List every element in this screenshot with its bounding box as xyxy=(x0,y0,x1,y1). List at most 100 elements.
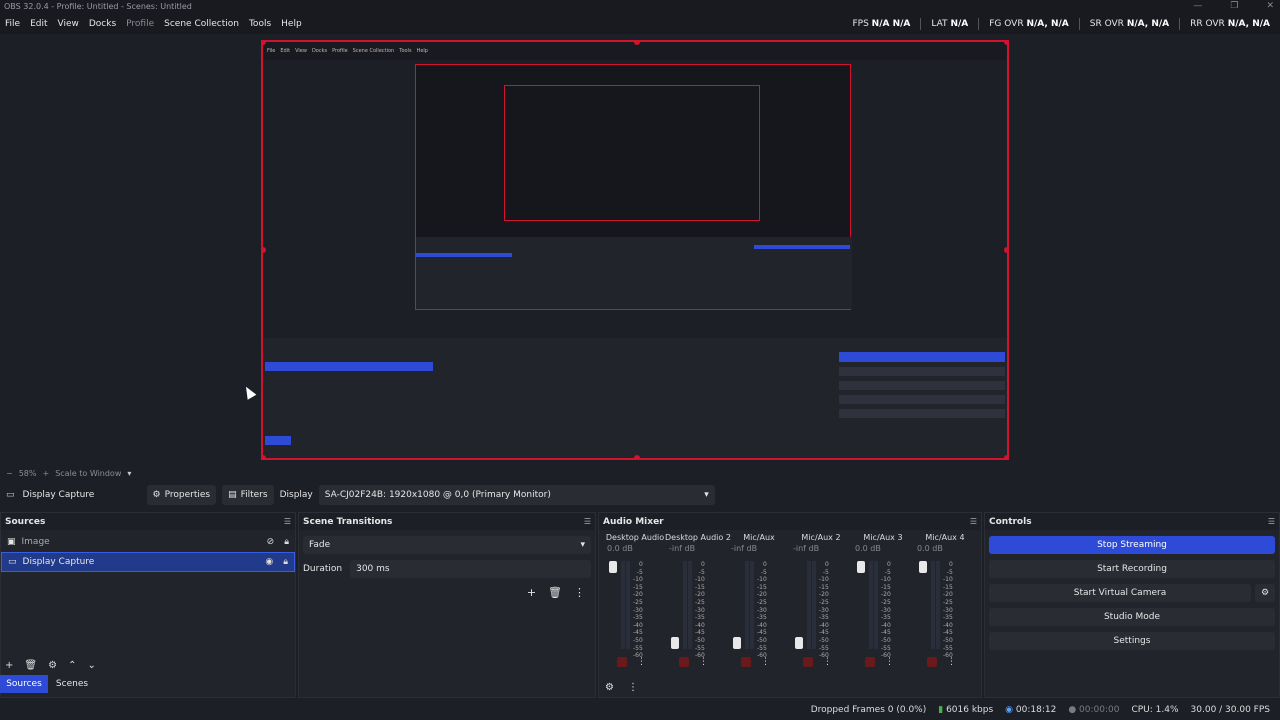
more-icon[interactable]: ⋮ xyxy=(761,657,770,667)
mute-icon[interactable] xyxy=(803,657,813,667)
resize-handle[interactable] xyxy=(263,455,266,458)
channel-db: 0.0 dB xyxy=(917,544,943,553)
resize-handle[interactable] xyxy=(1004,455,1007,458)
menu-file[interactable]: File xyxy=(0,19,25,29)
current-source-name: Display Capture xyxy=(22,490,95,500)
stat-lat: LAT N/A xyxy=(931,19,969,29)
mixer-channel: Desktop Audio 0.0 dB 0 -5 -10 -15 -20 -25 -30 -35… xyxy=(603,533,667,683)
preview-canvas[interactable]: File Edit View Docks Profile Scene Collection… xyxy=(261,40,1009,460)
filters-button[interactable]: ▤ Filters xyxy=(222,485,274,505)
maximize-icon[interactable]: ❐ xyxy=(1230,0,1238,14)
source-item-image[interactable]: ▣ Image ⊘ 🔒︎ xyxy=(1,532,295,552)
channel-name: Mic/Aux 2 xyxy=(801,533,841,542)
fader-knob[interactable] xyxy=(857,561,865,573)
stream-time: ◉ 00:18:12 xyxy=(1005,705,1057,715)
stop-streaming-button[interactable]: Stop Streaming xyxy=(989,536,1275,554)
lock-icon[interactable]: 🔒︎ xyxy=(284,537,289,547)
channel-controls: ⋮ xyxy=(617,657,646,667)
settings-button[interactable]: Settings xyxy=(989,632,1275,650)
menu-tools[interactable]: Tools xyxy=(244,19,276,29)
menu-docks[interactable]: Docks xyxy=(84,19,121,29)
menu-help[interactable]: Help xyxy=(276,19,307,29)
resize-handle[interactable] xyxy=(1004,247,1007,253)
more-icon[interactable]: ⋮ xyxy=(885,657,894,667)
fps-status: 30.00 / 30.00 FPS xyxy=(1190,705,1270,715)
sources-toolbar: + 🗑︎ ⚙ ⌃ ⌄ xyxy=(5,660,96,671)
display-capture-icon: ▭ xyxy=(8,557,17,567)
more-icon[interactable]: ⋮ xyxy=(637,657,646,667)
mute-icon[interactable] xyxy=(679,657,689,667)
fader-knob[interactable] xyxy=(733,637,741,649)
trash-icon[interactable]: 🗑︎ xyxy=(24,660,37,671)
lock-icon[interactable]: 🔒︎ xyxy=(283,557,288,567)
channel-controls: ⋮ xyxy=(741,657,770,667)
source-toolbar: ▭ Display Capture ⚙ Properties ▤ Filters D… xyxy=(0,482,1280,508)
stat-fg-ovr: FG OVR N/A, N/A xyxy=(989,19,1069,29)
properties-button[interactable]: ⚙ Properties xyxy=(146,485,217,505)
more-icon[interactable]: ⋮ xyxy=(574,586,585,599)
mute-icon[interactable] xyxy=(927,657,937,667)
record-icon: ● xyxy=(1068,705,1077,715)
db-scale: 0 -5 -10 -15 -20 -25 -30 -35 -40 -45 -50 -55 -60 xyxy=(757,561,767,660)
source-item-display-capture[interactable]: ▭ Display Capture ◉ 🔒︎ xyxy=(1,552,295,572)
minimize-icon[interactable]: — xyxy=(1193,0,1202,14)
more-icon[interactable]: ⋮ xyxy=(699,657,708,667)
more-icon[interactable]: ⋮ xyxy=(823,657,832,667)
duration-input[interactable]: 300 ms xyxy=(350,560,591,578)
menu-edit[interactable]: Edit xyxy=(25,19,52,29)
resize-handle[interactable] xyxy=(634,455,640,458)
fader-knob[interactable] xyxy=(919,561,927,573)
fader-knob[interactable] xyxy=(671,637,679,649)
trash-icon[interactable]: 🗑︎ xyxy=(548,586,562,599)
more-icon[interactable]: ⋮ xyxy=(628,682,638,693)
zoom-out-button[interactable]: − xyxy=(6,469,13,478)
dock-menu-icon[interactable]: ☰ xyxy=(284,517,291,526)
mute-icon[interactable] xyxy=(865,657,875,667)
channel-controls: ⋮ xyxy=(927,657,956,667)
resize-handle[interactable] xyxy=(1004,42,1007,45)
stream-icon: ◉ xyxy=(1005,705,1014,715)
start-recording-button[interactable]: Start Recording xyxy=(989,560,1275,578)
volume-fader[interactable] xyxy=(733,561,741,649)
menu-profile[interactable]: Profile xyxy=(121,19,159,29)
add-icon[interactable]: + xyxy=(527,586,536,599)
dock-menu-icon[interactable]: ☰ xyxy=(970,517,977,526)
hidden-eye-icon[interactable]: ⊘ xyxy=(267,537,275,547)
display-select[interactable]: SA-CJ02F24B: 1920x1080 @ 0,0 (Primary Mo… xyxy=(318,485,715,505)
studio-mode-button[interactable]: Studio Mode xyxy=(989,608,1275,626)
tab-scenes[interactable]: Scenes xyxy=(48,675,96,693)
gear-icon[interactable]: ⚙ xyxy=(1255,584,1275,602)
dock-menu-icon[interactable]: ☰ xyxy=(1268,517,1275,526)
mixer-channel: Desktop Audio 2 -inf dB 0 -5 -10 -15 -20 -25 -30… xyxy=(665,533,731,683)
volume-fader[interactable] xyxy=(795,561,803,649)
mute-icon[interactable] xyxy=(741,657,751,667)
volume-fader[interactable] xyxy=(609,561,617,649)
stat-rr-ovr: RR OVR N/A, N/A xyxy=(1190,19,1270,29)
nested-obs-capture: File Edit View Docks Profile Scene Collection… xyxy=(263,42,1007,458)
close-icon[interactable]: ✕ xyxy=(1266,0,1274,14)
fader-knob[interactable] xyxy=(795,637,803,649)
zoom-in-button[interactable]: + xyxy=(42,469,49,478)
move-up-icon[interactable]: ⌃ xyxy=(68,660,76,671)
transition-toolbar: + 🗑︎ ⋮ xyxy=(299,586,585,599)
transition-select[interactable]: Fade ▾ xyxy=(303,536,591,554)
menu-view[interactable]: View xyxy=(53,19,84,29)
volume-fader[interactable] xyxy=(671,561,679,649)
scale-mode[interactable]: Scale to Window xyxy=(55,469,121,478)
more-icon[interactable]: ⋮ xyxy=(947,657,956,667)
gear-icon[interactable]: ⚙ xyxy=(48,660,57,671)
chevron-down-icon[interactable]: ▾ xyxy=(127,469,131,478)
volume-fader[interactable] xyxy=(919,561,927,649)
tab-sources[interactable]: Sources xyxy=(0,675,48,693)
display-capture-icon: ▭ xyxy=(6,490,15,500)
add-icon[interactable]: + xyxy=(5,660,13,671)
mute-icon[interactable] xyxy=(617,657,627,667)
dock-menu-icon[interactable]: ☰ xyxy=(584,517,591,526)
move-down-icon[interactable]: ⌄ xyxy=(87,660,95,671)
gear-icon[interactable]: ⚙ xyxy=(605,682,614,693)
start-virtual-camera-button[interactable]: Start Virtual Camera xyxy=(989,584,1251,602)
fader-knob[interactable] xyxy=(609,561,617,573)
volume-fader[interactable] xyxy=(857,561,865,649)
menu-scene-collection[interactable]: Scene Collection xyxy=(159,19,244,29)
eye-icon[interactable]: ◉ xyxy=(265,557,273,567)
